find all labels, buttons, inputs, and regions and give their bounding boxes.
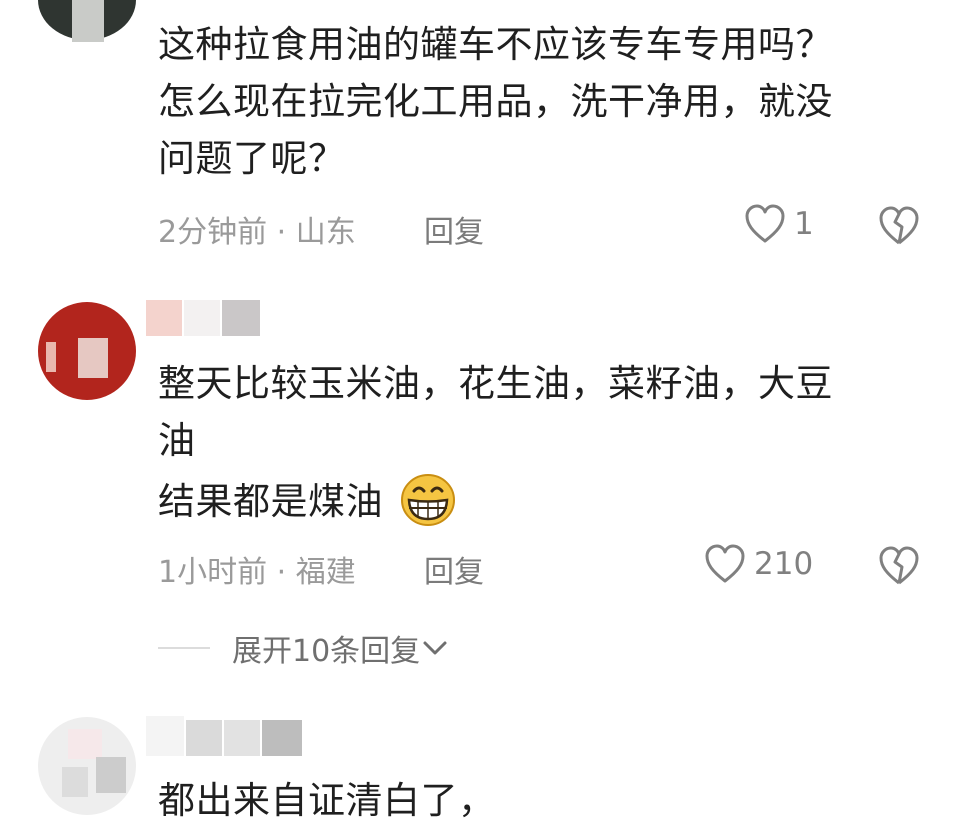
- separator: ·: [267, 215, 296, 250]
- grinning-face-emoji: [401, 474, 455, 526]
- divider: [158, 647, 210, 649]
- expand-replies-button[interactable]: 展开10条回复: [158, 626, 448, 670]
- location: 福建: [295, 555, 356, 590]
- separator: ·: [267, 555, 296, 590]
- username-blurred: [146, 716, 302, 756]
- reply-button[interactable]: 回复: [424, 207, 484, 251]
- comment-text-line: 都出来自证清白了，: [158, 779, 496, 822]
- like-button[interactable]: 1: [744, 204, 814, 244]
- avatar-blur: [72, 0, 104, 42]
- comment-text-line: 问题了呢？: [158, 137, 346, 180]
- comment-text-line: 怎么现在拉完化工用品，洗干净用，就没: [158, 80, 833, 123]
- timestamp: 1小时前: [158, 555, 268, 590]
- username-blurred: [146, 300, 260, 336]
- comment-text-line: 结果都是煤油: [158, 480, 383, 523]
- comment-meta: 2分钟前 · 山东: [158, 207, 356, 251]
- avatar[interactable]: [38, 717, 136, 815]
- comment-text-line: 整天比较玉米油，花生油，菜籽油，大豆: [158, 362, 833, 405]
- comment-text-line: 这种拉食用油的罐车不应该专车专用吗？: [158, 23, 833, 66]
- comment-meta: 1小时前 · 福建: [158, 547, 356, 591]
- avatar[interactable]: [38, 302, 136, 400]
- expand-replies-label: 展开10条回复: [232, 634, 421, 669]
- chevron-down-icon: [423, 641, 447, 655]
- like-count: 1: [794, 206, 814, 242]
- like-count: 210: [754, 546, 814, 582]
- broken-heart-icon[interactable]: [878, 546, 920, 586]
- heart-icon: [705, 544, 745, 583]
- like-button[interactable]: 210: [704, 544, 813, 584]
- location: 山东: [295, 215, 356, 250]
- reply-button[interactable]: 回复: [424, 547, 484, 591]
- comment-text-line: 油: [158, 419, 196, 462]
- timestamp: 2分钟前: [158, 215, 268, 250]
- broken-heart-icon[interactable]: [878, 206, 920, 246]
- heart-icon: [745, 204, 785, 243]
